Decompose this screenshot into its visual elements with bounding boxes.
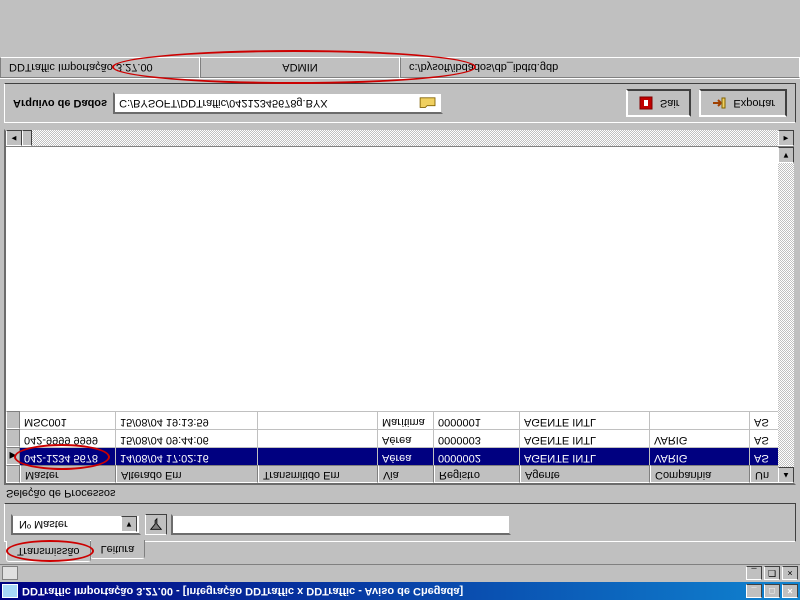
table-row[interactable]: ▶042-1234 567814/08/04 17:02:16 Aérea0000… — [6, 447, 794, 465]
cell-master[interactable]: MSC001 — [20, 411, 116, 429]
cell-via[interactable]: Aérea — [378, 447, 434, 465]
folder-open-icon[interactable] — [419, 96, 437, 110]
filter-field-combo[interactable]: Nº Master ▼ — [11, 514, 141, 535]
h-scroll-track[interactable] — [32, 131, 778, 147]
grid-header-row: Master Alterado Em Transmitido Em Via Re… — [6, 465, 794, 483]
cell-alterado[interactable]: 15/08/04 09:44:06 — [116, 429, 258, 447]
export-icon — [711, 95, 727, 111]
exit-icon — [638, 95, 654, 111]
arquivo-label: Arquivo de Dados — [13, 97, 107, 109]
exportar-label: Exportar — [733, 97, 775, 109]
cell-transmitido[interactable] — [258, 447, 378, 465]
tab-transmissao-label: Transmissão — [17, 545, 80, 557]
vertical-scrollbar[interactable]: ▲ ▼ — [778, 147, 794, 483]
status-bar: DDTraffic Importação 3.27.00 ADMIN c:/by… — [0, 57, 800, 79]
tab-transmissao[interactable]: Transmissão — [6, 541, 91, 562]
row-marker: ▶ — [6, 447, 20, 465]
exportar-button[interactable]: Exportar — [699, 89, 787, 117]
cell-un[interactable]: AS — [750, 447, 780, 465]
status-db-path: c:/bysoft/ibdados/db_ibdtd.gdb — [400, 57, 800, 78]
filter-panel: Nº Master ▼ — [4, 503, 796, 542]
cell-companhia[interactable] — [650, 411, 750, 429]
scroll-up-button[interactable]: ▲ — [778, 467, 794, 483]
cell-transmitido[interactable] — [258, 411, 378, 429]
cell-master[interactable]: 042-9999 9999 — [20, 429, 116, 447]
tab-leitura[interactable]: Leitura — [90, 540, 146, 559]
cell-companhia[interactable]: VARIG — [650, 447, 750, 465]
cell-un[interactable]: AS — [750, 429, 780, 447]
cell-un[interactable]: AS — [750, 411, 780, 429]
cell-transmitido[interactable] — [258, 429, 378, 447]
close-button[interactable]: × — [782, 584, 798, 598]
filter-combo-text: Nº Master — [15, 519, 121, 531]
cell-registro[interactable]: 0000001 — [434, 411, 520, 429]
cell-master[interactable]: 042-1234 5678 — [20, 447, 116, 465]
child-minimize-button[interactable]: _ — [746, 567, 762, 581]
cell-alterado[interactable]: 15/08/04 19:13:59 — [116, 411, 258, 429]
tab-row: Transmissão Leitura — [0, 542, 800, 564]
child-restore-button[interactable]: ❐ — [764, 567, 780, 581]
row-marker — [6, 411, 20, 429]
h-scroll-thumb[interactable] — [22, 131, 32, 147]
child-app-icon — [2, 567, 18, 581]
tab-leitura-label: Leitura — [101, 543, 135, 555]
cell-via[interactable]: Marítima — [378, 411, 434, 429]
arquivo-path-text: C:/BYSOFT/DDTraffic/04212345678g.BYX — [119, 97, 419, 109]
group-label: Seleção de Processos — [6, 487, 794, 499]
col-header-agente[interactable]: Agente — [520, 465, 650, 483]
table-row[interactable]: 042-9999 999915/08/04 09:44:06 Aérea00000… — [6, 429, 794, 447]
bottom-toolbar: Arquivo de Dados C:/BYSOFT/DDTraffic/042… — [4, 83, 796, 123]
cell-agente[interactable]: AGENTE INTL — [520, 447, 650, 465]
cell-via[interactable]: Aérea — [378, 429, 434, 447]
scroll-right-button[interactable]: ► — [778, 131, 794, 147]
child-close-button[interactable]: × — [782, 567, 798, 581]
filter-apply-button[interactable] — [145, 514, 167, 535]
v-scroll-track[interactable] — [778, 163, 794, 467]
horizontal-scrollbar[interactable]: ◄ ► — [6, 131, 794, 147]
funnel-icon — [149, 518, 163, 532]
col-header-transmitido[interactable]: Transmitido Em — [258, 465, 378, 483]
child-title-bar: _ ❐ × — [0, 564, 800, 582]
scroll-down-button[interactable]: ▼ — [778, 147, 794, 163]
arquivo-path-field[interactable]: C:/BYSOFT/DDTraffic/04212345678g.BYX — [113, 92, 443, 114]
cell-registro[interactable]: 0000003 — [434, 429, 520, 447]
minimize-button[interactable]: _ — [746, 584, 762, 598]
grid-corner — [6, 465, 20, 483]
col-header-master[interactable]: Master — [20, 465, 116, 483]
col-header-alterado[interactable]: Alterado Em — [116, 465, 258, 483]
col-header-registro[interactable]: Registro — [434, 465, 520, 483]
app-title: DDTraffic Importação 3.27.00 - [Integraç… — [22, 585, 463, 597]
cell-alterado[interactable]: 14/08/04 17:02:16 — [116, 447, 258, 465]
col-header-un[interactable]: Un — [750, 465, 780, 483]
data-grid[interactable]: Master Alterado Em Transmitido Em Via Re… — [4, 129, 796, 485]
col-header-via[interactable]: Via — [378, 465, 434, 483]
sair-label: Sair — [660, 97, 680, 109]
app-icon — [2, 584, 18, 598]
status-user: ADMIN — [200, 57, 400, 78]
sair-button[interactable]: Sair — [626, 89, 692, 117]
cell-registro[interactable]: 0000002 — [434, 447, 520, 465]
table-row[interactable]: MSC00115/08/04 19:13:59 Marítima0000001AG… — [6, 411, 794, 429]
cell-agente[interactable]: AGENTE INTL — [520, 429, 650, 447]
scroll-left-button[interactable]: ◄ — [6, 131, 22, 147]
app-title-bar: DDTraffic Importação 3.27.00 - [Integraç… — [0, 582, 800, 600]
cell-companhia[interactable]: VARIG — [650, 429, 750, 447]
filter-combo-dropdown-btn[interactable]: ▼ — [121, 517, 137, 533]
maximize-button[interactable]: □ — [764, 584, 780, 598]
row-marker — [6, 429, 20, 447]
filter-value-input[interactable] — [171, 514, 511, 535]
col-header-companhia[interactable]: Companhia — [650, 465, 750, 483]
grid-body[interactable]: ▶042-1234 567814/08/04 17:02:16 Aérea0000… — [6, 147, 794, 465]
status-app-version: DDTraffic Importação 3.27.00 — [0, 57, 200, 78]
cell-agente[interactable]: AGENTE INTL — [520, 411, 650, 429]
